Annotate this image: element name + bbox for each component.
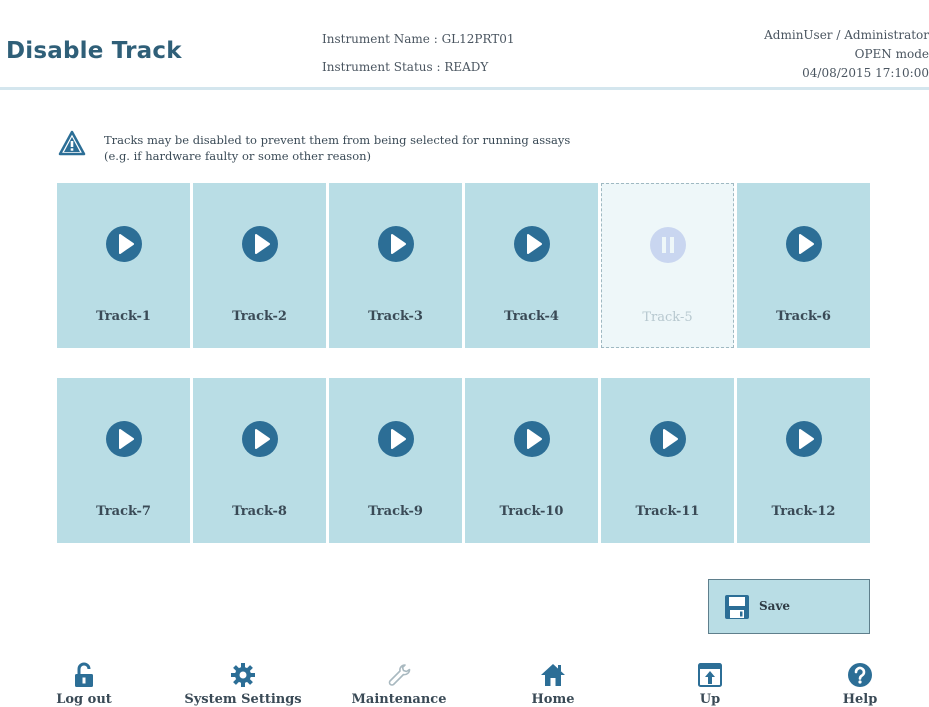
user-role: AdminUser / Administrator (764, 28, 929, 42)
unlock-icon (75, 662, 93, 687)
play-icon (785, 421, 822, 457)
up-button[interactable]: Up (685, 662, 735, 707)
track-tile-9[interactable]: Track-9 (329, 378, 462, 543)
help-label: Help (842, 692, 878, 707)
track-tile-12[interactable]: Track-12 (737, 378, 870, 543)
maintenance-label: Maintenance (351, 692, 447, 707)
save-label: Save (759, 599, 791, 613)
track-tile-4[interactable]: Track-4 (465, 183, 598, 348)
track-label: Track-2 (232, 309, 287, 324)
track-tile-10[interactable]: Track-10 (465, 378, 598, 543)
home-icon (541, 664, 565, 686)
play-icon (241, 421, 278, 457)
track-grid-row-2: Track-7 Track-8 Track-9 Track-10 Track-11 Tra… (57, 378, 870, 543)
warning-icon (58, 130, 86, 156)
logout-label: Log out (56, 692, 112, 707)
track-tile-2[interactable]: Track-2 (193, 183, 326, 348)
datetime: 04/08/2015 17:10:00 (802, 66, 929, 80)
play-icon (649, 421, 686, 457)
info-message: Tracks may be disabled to prevent them f… (104, 132, 570, 164)
track-tile-11[interactable]: Track-11 (601, 378, 734, 543)
system-settings-label: System Settings (184, 692, 302, 707)
wrench-icon (388, 664, 411, 686)
pause-icon (649, 227, 686, 263)
track-tile-3[interactable]: Track-3 (329, 183, 462, 348)
save-button[interactable]: Save (708, 579, 870, 634)
up-arrow-icon (698, 663, 722, 687)
mode-status: OPEN mode (854, 47, 929, 61)
track-tile-6[interactable]: Track-6 (737, 183, 870, 348)
track-tile-8[interactable]: Track-8 (193, 378, 326, 543)
home-label: Home (531, 692, 575, 707)
play-icon (105, 226, 142, 262)
play-icon (513, 226, 550, 262)
track-label: Track-3 (368, 309, 423, 324)
track-label: Track-4 (504, 309, 559, 324)
track-label: Track-7 (96, 504, 151, 519)
track-grid-row-1: Track-1 Track-2 Track-3 Track-4 Track-5 Track… (57, 183, 870, 348)
play-icon (377, 226, 414, 262)
logout-button[interactable]: Log out (52, 662, 116, 707)
info-line-1: Tracks may be disabled to prevent them f… (104, 133, 571, 147)
up-label: Up (699, 692, 721, 707)
track-label: Track-5 (642, 310, 693, 325)
track-label: Track-11 (635, 504, 700, 519)
gear-icon (231, 663, 255, 687)
play-icon (241, 226, 278, 262)
track-label: Track-12 (771, 504, 836, 519)
system-settings-button[interactable]: System Settings (180, 662, 306, 707)
track-tile-7[interactable]: Track-7 (57, 378, 190, 543)
floppy-disk-icon (725, 595, 749, 619)
track-label: Track-8 (232, 504, 287, 519)
instrument-name: Instrument Name : GL12PRT01 (322, 32, 515, 46)
home-button[interactable]: Home (522, 662, 584, 707)
instrument-status: Instrument Status : READY (322, 60, 489, 74)
track-tile-1[interactable]: Track-1 (57, 183, 190, 348)
page-title: Disable Track (6, 38, 182, 64)
track-label: Track-6 (776, 309, 831, 324)
track-tile-5[interactable]: Track-5 (601, 183, 734, 348)
user-info: AdminUser / Administrator OPEN mode 04/0… (764, 26, 929, 83)
maintenance-button: Maintenance (348, 662, 450, 707)
help-button[interactable]: Help (835, 662, 885, 707)
play-icon (513, 421, 550, 457)
play-icon (377, 421, 414, 457)
play-icon (785, 226, 822, 262)
play-icon (105, 421, 142, 457)
info-line-2: (e.g. if hardware faulty or some other r… (104, 149, 372, 163)
track-label: Track-10 (499, 504, 564, 519)
help-icon (848, 663, 872, 687)
header-bar: Disable Track Instrument Name : GL12PRT0… (0, 0, 929, 90)
track-label: Track-1 (96, 309, 151, 324)
track-label: Track-9 (368, 504, 423, 519)
